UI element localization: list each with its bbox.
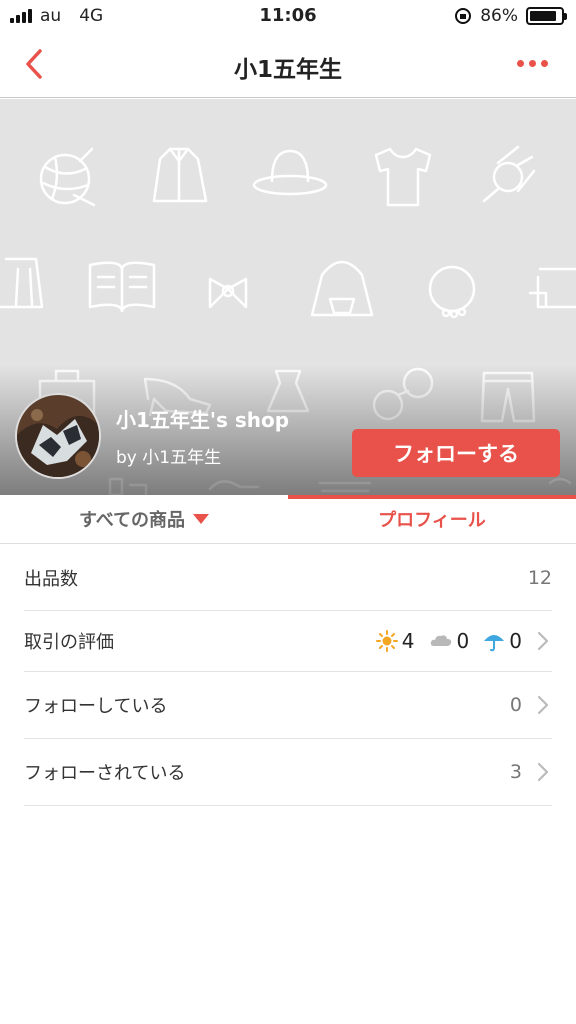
followers-row[interactable]: フォローされている 3 (24, 739, 552, 806)
tab-bar: すべての商品 プロフィール (0, 495, 576, 544)
hoodie-icon (310, 260, 374, 317)
listings-row: 出品数 12 (24, 545, 552, 611)
tab-profile[interactable]: プロフィール (288, 495, 576, 543)
tab-all-items-label: すべての商品 (78, 510, 186, 531)
umbrella-icon (484, 635, 505, 652)
shop-banner: 小1五年生's shop by 小1五年生 フォローする (0, 99, 576, 495)
caret-down-icon (193, 514, 210, 524)
page-title: 小1五年生 (233, 57, 342, 83)
tshirt-icon (374, 147, 432, 207)
rating-bad: 0 (483, 629, 522, 653)
yarn-icon (39, 147, 96, 207)
followers-label: フォローされている (24, 763, 186, 784)
following-row[interactable]: フォローしている 0 (24, 672, 552, 739)
shop-owner: by 小1五年生 (116, 448, 222, 468)
rating-good: 4 (375, 629, 415, 653)
follow-button[interactable]: フォローする (352, 429, 560, 477)
necklace-icon (428, 265, 476, 319)
battery-percent: 86% (480, 6, 518, 26)
rating-bad-count: 0 (509, 629, 522, 653)
status-bar: au 4G 11:06 86% (0, 0, 576, 34)
chevron-right-icon (537, 631, 549, 651)
chevron-right-icon (537, 762, 549, 782)
rating-good-count: 4 (401, 629, 415, 653)
following-label: フォローしている (24, 696, 168, 717)
shop-name: 小1五年生's shop (116, 408, 290, 432)
listings-label: 出品数 (24, 568, 78, 590)
ratings-label: 取引の評価 (24, 632, 114, 653)
status-right: 86% (454, 6, 567, 26)
hat-icon (252, 149, 328, 196)
ratings-values: 4 0 0 (368, 629, 552, 653)
followers-value-wrap: 3 (510, 761, 552, 783)
profile-list: 出品数 12 取引の評価 4 0 0 フォローしている 0 フォローされている … (0, 545, 576, 806)
sofa-icon (528, 267, 576, 309)
battery-icon (526, 7, 567, 25)
rating-normal-count: 0 (456, 629, 470, 653)
bow-icon (208, 277, 248, 309)
ratings-row[interactable]: 取引の評価 4 0 0 (24, 611, 552, 672)
more-dots-icon[interactable] (517, 60, 548, 67)
shirt-icon (152, 147, 208, 203)
nav-bar: 小1五年生 (0, 34, 576, 98)
followers-value: 3 (509, 761, 522, 783)
book-icon (88, 261, 156, 313)
rating-normal: 0 (429, 629, 470, 653)
listings-value: 12 (527, 566, 552, 589)
following-value: 0 (509, 694, 522, 716)
avatar-image (17, 395, 99, 477)
cloud-icon (430, 635, 451, 646)
chevron-right-icon (537, 695, 549, 715)
tab-all-items[interactable]: すべての商品 (0, 495, 288, 543)
orientation-lock-icon (455, 8, 472, 24)
tab-profile-label: プロフィール (378, 510, 486, 531)
avatar[interactable] (15, 393, 101, 479)
watch-icon (482, 145, 536, 203)
sun-icon (375, 630, 398, 652)
skirt-icon (0, 257, 44, 309)
following-value-wrap: 0 (510, 694, 552, 716)
